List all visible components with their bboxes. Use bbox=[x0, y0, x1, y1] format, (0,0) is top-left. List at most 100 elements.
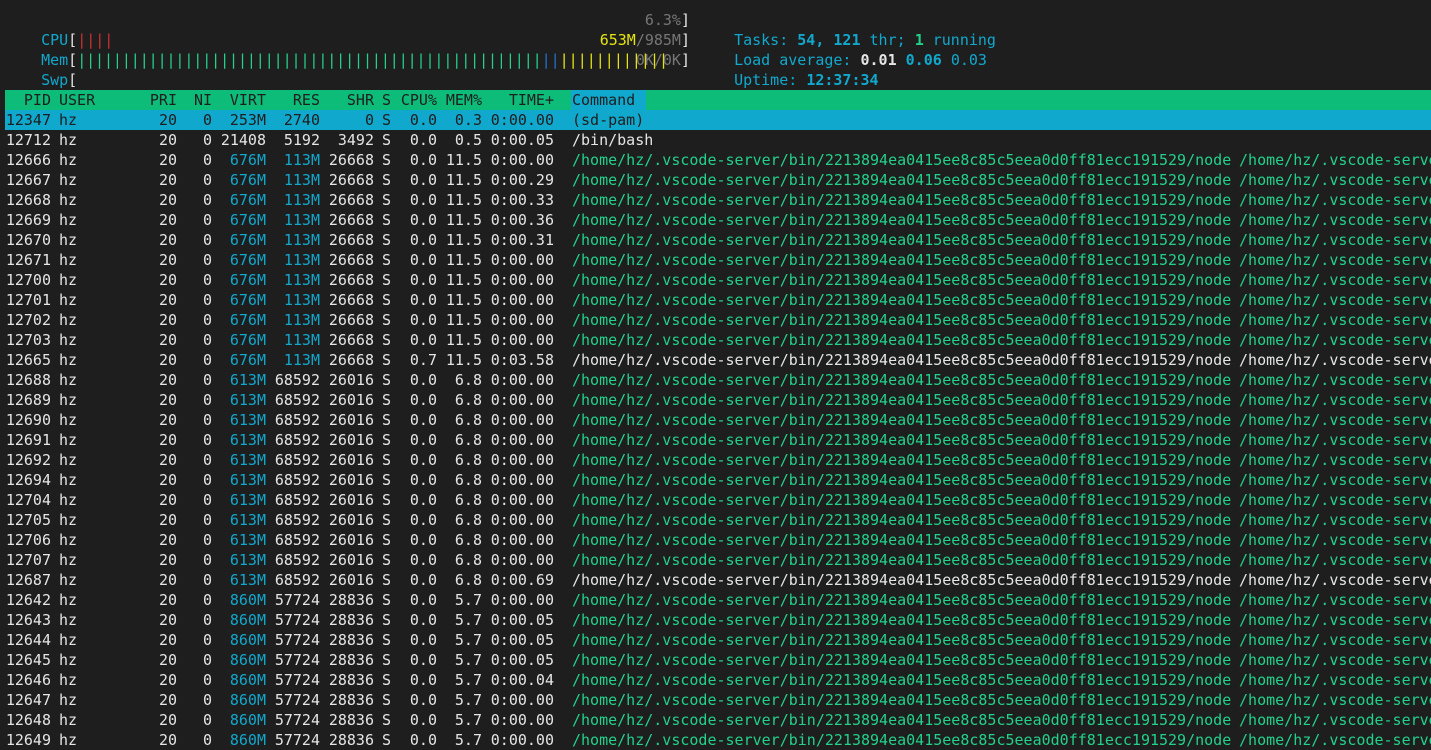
process-row[interactable]: 12689 hz 20 0 613M 68592 26016 S 0.0 6.8 0:00.00/h… bbox=[5, 390, 1431, 410]
user-cell: hz bbox=[59, 131, 78, 149]
command-args-cell: /home/hz/.vscode-server bbox=[1230, 411, 1431, 429]
process-row[interactable]: 12705 hz 20 0 613M 68592 26016 S 0.0 6.8 0:00.00/h… bbox=[5, 510, 1431, 530]
process-row[interactable]: 12646 hz 20 0 860M 57724 28836 S 0.0 5.7 0:00.04/h… bbox=[5, 670, 1431, 690]
process-row[interactable]: 12648 hz 20 0 860M 57724 28836 S 0.0 5.7 0:00.00/h… bbox=[5, 710, 1431, 730]
process-row[interactable]: 12694 hz 20 0 613M 68592 26016 S 0.0 6.8 0:00.00/h… bbox=[5, 470, 1431, 490]
state-cell: S bbox=[382, 691, 392, 709]
process-row[interactable]: 12702 hz 20 0 676M 113M 26668 S 0.0 11.5 0:00.00/h… bbox=[5, 310, 1431, 330]
process-row[interactable]: 12687 hz 20 0 613M 68592 26016 S 0.0 6.8 0:00.69/h… bbox=[5, 570, 1431, 590]
ni-cell: 0 bbox=[202, 171, 212, 189]
process-row[interactable]: 12667 hz 20 0 676M 113M 26668 S 0.0 11.5 0:00.29/h… bbox=[5, 170, 1431, 190]
pid-cell: 12669 bbox=[5, 211, 51, 229]
mem-cell: 5.7 bbox=[454, 711, 482, 729]
pri-cell: 20 bbox=[158, 451, 177, 469]
mem-cell: 6.8 bbox=[454, 531, 482, 549]
mem-cell: 5.7 bbox=[454, 611, 482, 629]
mem-meter: Mem[||||||||||||||||||||||||||||||||||||… bbox=[41, 51, 669, 69]
process-row[interactable]: 12692 hz 20 0 613M 68592 26016 S 0.0 6.8 0:00.00/h… bbox=[5, 450, 1431, 470]
col-mem[interactable]: MEM% bbox=[445, 90, 482, 110]
cpu-cell: 0.0 bbox=[409, 211, 437, 229]
process-row[interactable]: 12347 hz 20 0 253M 2740 0 S 0.0 0.3 0:00.00 (sd-pam… bbox=[5, 110, 1431, 130]
process-row[interactable]: 12691 hz 20 0 613M 68592 26016 S 0.0 6.8 0:00.00/h… bbox=[5, 430, 1431, 450]
user-cell: hz bbox=[59, 711, 78, 729]
process-row[interactable]: 12666 hz 20 0 676M 113M 26668 S 0.0 11.5 0:00.00/h… bbox=[5, 150, 1431, 170]
virt-cell: 613M bbox=[229, 511, 266, 529]
ni-cell: 0 bbox=[202, 211, 212, 229]
pri-cell: 20 bbox=[158, 291, 177, 309]
col-time[interactable]: TIME+ bbox=[490, 90, 554, 110]
process-row[interactable]: 12700 hz 20 0 676M 113M 26668 S 0.0 11.5 0:00.00/h… bbox=[5, 270, 1431, 290]
process-row[interactable]: 12668 hz 20 0 676M 113M 26668 S 0.0 11.5 0:00.33/h… bbox=[5, 190, 1431, 210]
col-user[interactable]: USER bbox=[59, 90, 95, 110]
ni-cell: 0 bbox=[202, 311, 212, 329]
mem-cell: 6.8 bbox=[454, 571, 482, 589]
virt-cell: 676M bbox=[229, 351, 266, 369]
process-row[interactable]: 12649 hz 20 0 860M 57724 28836 S 0.0 5.7 0:00.00/h… bbox=[5, 730, 1431, 750]
command-args-cell: /home/hz/.vscode-server bbox=[1230, 291, 1431, 309]
process-row[interactable]: 12690 hz 20 0 613M 68592 26016 S 0.0 6.8 0:00.00/h… bbox=[5, 410, 1431, 430]
process-row[interactable]: 12669 hz 20 0 676M 113M 26668 S 0.0 11.5 0:00.36/h… bbox=[5, 210, 1431, 230]
col-state[interactable]: S bbox=[382, 90, 391, 110]
mem-cell: 11.5 bbox=[445, 291, 482, 309]
cpu-cell: 0.0 bbox=[409, 371, 437, 389]
col-cpu[interactable]: CPU% bbox=[400, 90, 437, 110]
pri-cell: 20 bbox=[158, 271, 177, 289]
process-row[interactable]: 12701 hz 20 0 676M 113M 26668 S 0.0 11.5 0:00.00/h… bbox=[5, 290, 1431, 310]
res-cell: 113M bbox=[283, 251, 320, 269]
virt-cell: 613M bbox=[229, 451, 266, 469]
shr-cell: 0 bbox=[364, 111, 374, 129]
col-command[interactable]: Command bbox=[571, 90, 646, 110]
state-cell: S bbox=[382, 611, 392, 629]
col-virt[interactable]: VIRT bbox=[220, 90, 266, 110]
res-cell: 68592 bbox=[274, 471, 320, 489]
time-cell: 0:00.00 bbox=[490, 291, 554, 309]
command-cell: /home/hz/.vscode-server/bin/2213894ea041… bbox=[572, 331, 1232, 349]
process-row[interactable]: 12644 hz 20 0 860M 57724 28836 S 0.0 5.7 0:00.05/h… bbox=[5, 630, 1431, 650]
time-cell: 0:00.04 bbox=[490, 671, 554, 689]
col-res[interactable]: RES bbox=[274, 90, 320, 110]
process-row[interactable]: 12642 hz 20 0 860M 57724 28836 S 0.0 5.7 0:00.00/h… bbox=[5, 590, 1431, 610]
command-args-cell: /home/hz/.vscode-server bbox=[1230, 311, 1431, 329]
command-cell: /home/hz/.vscode-server/bin/2213894ea041… bbox=[572, 391, 1232, 409]
user-cell: hz bbox=[59, 291, 78, 309]
cpu-cell: 0.0 bbox=[409, 551, 437, 569]
shr-cell: 26016 bbox=[328, 551, 374, 569]
user-cell: hz bbox=[59, 471, 78, 489]
process-row[interactable]: 12670 hz 20 0 676M 113M 26668 S 0.0 11.5 0:00.31/h… bbox=[5, 230, 1431, 250]
shr-cell: 26016 bbox=[328, 451, 374, 469]
process-row[interactable]: 12665 hz 20 0 676M 113M 26668 S 0.7 11.5 0:03.58/h… bbox=[5, 350, 1431, 370]
res-cell: 68592 bbox=[274, 511, 320, 529]
user-cell: hz bbox=[59, 671, 78, 689]
shr-cell: 26016 bbox=[328, 571, 374, 589]
process-row[interactable]: 12647 hz 20 0 860M 57724 28836 S 0.0 5.7 0:00.00/h… bbox=[5, 690, 1431, 710]
uptime-value: 12:37:34 bbox=[806, 71, 879, 89]
pid-cell: 12671 bbox=[5, 251, 51, 269]
command-cell: /home/hz/.vscode-server/bin/2213894ea041… bbox=[572, 511, 1232, 529]
process-row[interactable]: 12671 hz 20 0 676M 113M 26668 S 0.0 11.5 0:00.00/h… bbox=[5, 250, 1431, 270]
virt-cell: 613M bbox=[229, 571, 266, 589]
col-pri[interactable]: PRI bbox=[143, 90, 177, 110]
shr-cell: 26668 bbox=[328, 191, 374, 209]
virt-cell: 860M bbox=[229, 671, 266, 689]
pri-cell: 20 bbox=[158, 371, 177, 389]
col-ni[interactable]: NI bbox=[185, 90, 212, 110]
process-row[interactable]: 12645 hz 20 0 860M 57724 28836 S 0.0 5.7 0:00.05/h… bbox=[5, 650, 1431, 670]
mem-cell: 6.8 bbox=[454, 491, 482, 509]
user-cell: hz bbox=[59, 331, 78, 349]
process-row[interactable]: 12712 hz 20 0 21408 5192 3492 S 0.0 0.5 0:00.05/bi… bbox=[5, 130, 1431, 150]
col-pid[interactable]: PID bbox=[5, 90, 51, 110]
command-args-cell: /home/hz/.vscode-server bbox=[1230, 191, 1431, 209]
process-row[interactable]: 12704 hz 20 0 613M 68592 26016 S 0.0 6.8 0:00.00/h… bbox=[5, 490, 1431, 510]
process-row[interactable]: 12707 hz 20 0 613M 68592 26016 S 0.0 6.8 0:00.00/h… bbox=[5, 550, 1431, 570]
process-row[interactable]: 12703 hz 20 0 676M 113M 26668 S 0.0 11.5 0:00.00/h… bbox=[5, 330, 1431, 350]
command-cell: /home/hz/.vscode-server/bin/2213894ea041… bbox=[572, 631, 1232, 649]
shr-cell: 26668 bbox=[328, 351, 374, 369]
virt-cell: 613M bbox=[229, 391, 266, 409]
cpu-meter-value: 6.3% bbox=[644, 11, 681, 29]
state-cell: S bbox=[382, 291, 392, 309]
process-row[interactable]: 12688 hz 20 0 613M 68592 26016 S 0.0 6.8 0:00.00/h… bbox=[5, 370, 1431, 390]
process-row[interactable]: 12706 hz 20 0 613M 68592 26016 S 0.0 6.8 0:00.00/h… bbox=[5, 530, 1431, 550]
col-shr[interactable]: SHR bbox=[328, 90, 374, 110]
cpu-cell: 0.0 bbox=[409, 511, 437, 529]
process-row[interactable]: 12643 hz 20 0 860M 57724 28836 S 0.0 5.7 0:00.05/h… bbox=[5, 610, 1431, 630]
